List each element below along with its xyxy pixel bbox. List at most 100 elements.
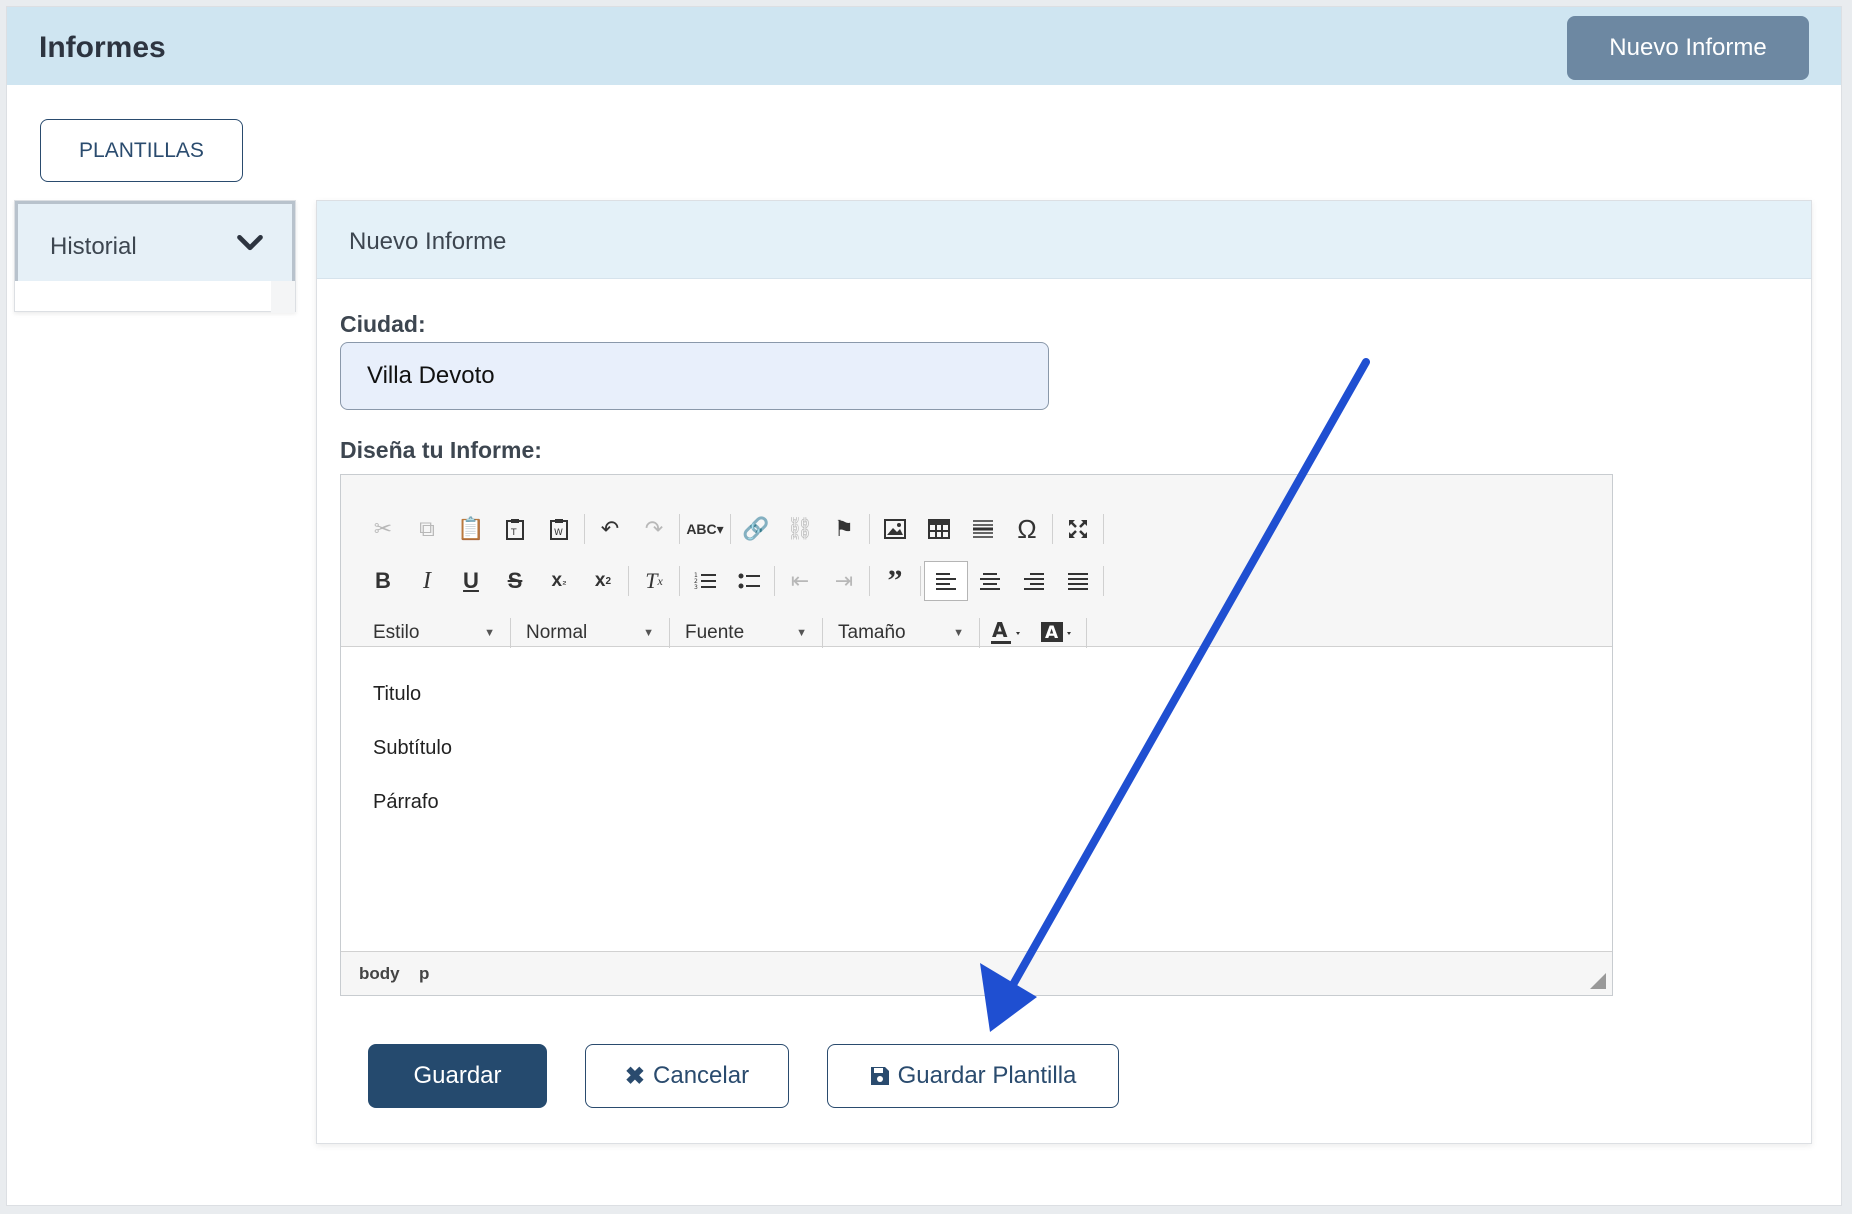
font-combo-label: Fuente — [685, 622, 745, 643]
toolbar-row-2: B I U S x₂ x2 Tx 123 ⇤ ⇥ ” — [361, 559, 1107, 603]
toolbar-separator — [979, 618, 980, 648]
undo-icon[interactable]: ↶ — [588, 509, 632, 549]
blockquote-icon[interactable]: ” — [873, 561, 917, 601]
top-bar: Informes Nuevo Informe — [7, 7, 1841, 85]
format-combo[interactable]: Normal ▼ — [514, 615, 666, 651]
toolbar-row-1: ✂ ⧉ 📋 T W ↶ ↷ ABC▾ 🔗 ⛓ ⚑ Ω — [361, 507, 1107, 551]
save-button[interactable]: Guardar — [368, 1044, 547, 1108]
toolbar-separator — [730, 514, 731, 544]
toolbar-separator — [1086, 618, 1087, 648]
resize-handle-icon[interactable] — [1590, 973, 1606, 989]
align-right-icon[interactable] — [1012, 561, 1056, 601]
style-combo[interactable]: Estilo ▼ — [361, 615, 507, 651]
chevron-down-icon — [237, 235, 263, 251]
toolbar-separator — [669, 618, 670, 648]
format-combo-label: Normal — [526, 622, 588, 643]
floppy-disk-icon — [870, 1067, 889, 1085]
new-report-button[interactable]: Nuevo Informe — [1567, 16, 1809, 80]
maximize-icon[interactable] — [1056, 509, 1100, 549]
underline-icon[interactable]: U — [449, 561, 493, 601]
italic-icon[interactable]: I — [405, 561, 449, 601]
table-icon[interactable] — [917, 509, 961, 549]
subscript-icon[interactable]: x₂ — [537, 561, 581, 601]
paste-text-icon[interactable]: T — [493, 509, 537, 549]
svg-text:A: A — [1045, 623, 1059, 643]
editor-toolbar: ✂ ⧉ 📋 T W ↶ ↷ ABC▾ 🔗 ⛓ ⚑ Ω B I U S x ₂ x… — [341, 475, 1612, 648]
superscript-icon[interactable]: x2 — [581, 561, 625, 601]
outdent-icon[interactable]: ⇤ — [778, 561, 822, 601]
page-title: Informes — [39, 31, 166, 64]
toolbar-separator — [822, 618, 823, 648]
caret-down-icon: ▼ — [484, 627, 495, 639]
toolbar-separator — [510, 618, 511, 648]
city-label: Ciudad: — [340, 311, 426, 337]
toolbar-separator — [1103, 566, 1104, 596]
toolbar-separator — [1052, 514, 1053, 544]
link-icon[interactable]: 🔗 — [734, 509, 778, 549]
svg-text:T: T — [510, 528, 517, 538]
toolbar-separator — [679, 514, 680, 544]
rich-text-editor: ✂ ⧉ 📋 T W ↶ ↷ ABC▾ 🔗 ⛓ ⚑ Ω B I U S x ₂ x… — [340, 474, 1613, 996]
svg-text:W: W — [554, 528, 563, 538]
unlink-icon[interactable]: ⛓ — [778, 509, 822, 549]
history-label: Historial — [50, 233, 137, 260]
svg-text:A: A — [992, 620, 1008, 642]
editor-status-bar: body p — [341, 951, 1612, 995]
image-icon[interactable] — [873, 509, 917, 549]
toolbar-separator — [584, 514, 585, 544]
panel-title: Nuevo Informe — [349, 228, 507, 255]
element-path-p[interactable]: p — [419, 964, 429, 984]
cancel-button[interactable]: ✖ Cancelar — [585, 1044, 789, 1108]
caret-down-icon: ▼ — [796, 627, 807, 639]
svg-text:3: 3 — [694, 584, 698, 591]
history-accordion: Historial — [14, 200, 296, 313]
cancel-button-label: Cancelar — [653, 1062, 750, 1089]
panel-header: Nuevo Informe — [317, 201, 1811, 279]
save-template-button[interactable]: Guardar Plantilla — [827, 1044, 1119, 1108]
cut-icon[interactable]: ✂ — [361, 509, 405, 549]
content-subtitle-line: Subtítulo — [373, 737, 452, 759]
element-path-body[interactable]: body — [359, 964, 400, 984]
templates-button[interactable]: PLANTILLAS — [40, 119, 243, 182]
history-body — [15, 281, 295, 313]
toolbar-separator — [628, 566, 629, 596]
close-icon: ✖ — [624, 1062, 646, 1090]
spellcheck-icon[interactable]: ABC▾ — [683, 509, 727, 549]
horizontal-rule-icon[interactable] — [961, 509, 1005, 549]
bold-icon[interactable]: B — [361, 561, 405, 601]
copy-icon[interactable]: ⧉ — [405, 509, 449, 549]
align-justify-icon[interactable] — [1056, 561, 1100, 601]
bulleted-list-icon[interactable] — [727, 561, 771, 601]
size-combo[interactable]: Tamaño ▼ — [826, 615, 976, 651]
toolbar-separator — [679, 566, 680, 596]
redo-icon[interactable]: ↷ — [632, 509, 676, 549]
anchor-flag-icon[interactable]: ⚑ — [822, 509, 866, 549]
content-paragraph-line: Párrafo — [373, 791, 439, 813]
save-template-button-label: Guardar Plantilla — [897, 1062, 1077, 1089]
save-button-label: Guardar — [413, 1062, 502, 1089]
paste-word-icon[interactable]: W — [537, 509, 581, 549]
design-label: Diseña tu Informe: — [340, 437, 542, 463]
align-left-icon[interactable] — [924, 561, 968, 601]
toolbar-separator — [869, 566, 870, 596]
style-combo-label: Estilo — [373, 622, 420, 643]
toolbar-separator — [774, 566, 775, 596]
paste-icon[interactable]: 📋 — [449, 509, 493, 549]
strikethrough-icon[interactable]: S — [493, 561, 537, 601]
indent-icon[interactable]: ⇥ — [822, 561, 866, 601]
caret-down-icon: ▼ — [953, 627, 964, 639]
city-input[interactable]: Villa Devoto — [340, 342, 1049, 410]
editor-content-area[interactable]: Titulo Subtítulo Párrafo — [341, 647, 1612, 953]
special-char-omega-icon[interactable]: Ω — [1005, 509, 1049, 549]
size-combo-label: Tamaño — [838, 622, 906, 643]
toolbar-separator — [869, 514, 870, 544]
content-title-line: Titulo — [373, 683, 422, 705]
align-center-icon[interactable] — [968, 561, 1012, 601]
clear-format-icon[interactable]: Tx — [632, 561, 676, 601]
numbered-list-icon[interactable]: 123 — [683, 561, 727, 601]
caret-down-icon: ▼ — [643, 627, 654, 639]
font-combo[interactable]: Fuente ▼ — [673, 615, 819, 651]
history-header[interactable]: Historial — [15, 201, 295, 281]
toolbar-separator — [1103, 514, 1104, 544]
toolbar-separator — [920, 566, 921, 596]
